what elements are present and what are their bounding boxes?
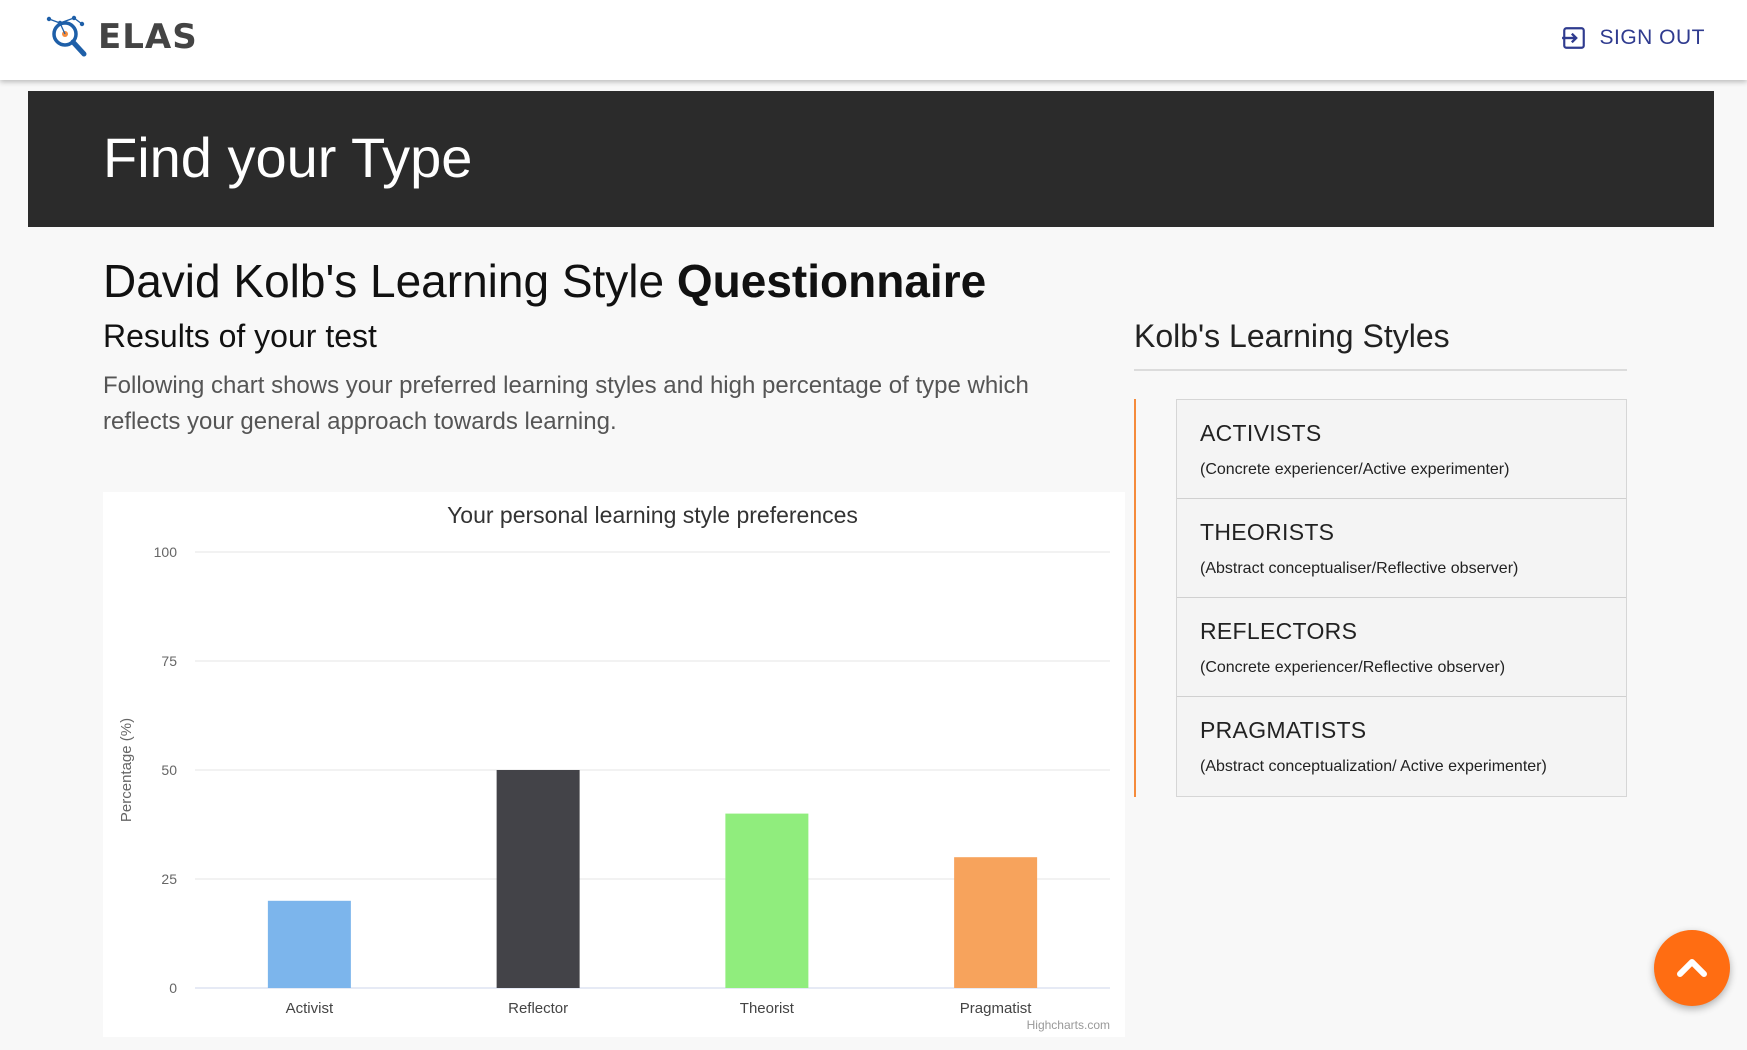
results-subtitle: Results of your test [103, 318, 377, 354]
top-app-bar: ELAS SIGN OUT [0, 0, 1747, 80]
x-tick-label: Reflector [508, 1000, 568, 1017]
x-tick-label: Activist [286, 1000, 334, 1017]
chart-title: Your personal learning style preferences [447, 502, 858, 528]
sidebar-accent-line [1134, 399, 1136, 797]
bar-reflector [496, 770, 580, 988]
bar-theorist [725, 813, 809, 988]
sidebar-divider [1134, 369, 1627, 371]
logo-text: ELAS [98, 17, 198, 57]
y-axis-label: Percentage (%) [118, 718, 135, 822]
learning-styles-list: ACTIVISTS (Concrete experiencer/Active e… [1176, 399, 1627, 797]
y-tick-label: 0 [169, 980, 177, 996]
x-tick-label: Theorist [740, 1000, 795, 1017]
style-desc: (Abstract conceptualization/ Active expe… [1200, 758, 1547, 775]
style-name: PRAGMATISTS [1200, 717, 1367, 743]
banner-title: Find your Type [103, 126, 473, 189]
bar-pragmatist [954, 857, 1038, 988]
style-name: THEORISTS [1200, 519, 1335, 545]
learning-style-chart: Your personal learning style preferences… [103, 492, 1125, 1037]
page-title: David Kolb's Learning Style Questionnair… [103, 254, 986, 308]
exit-icon [1562, 27, 1586, 49]
style-item-pragmatists: PRAGMATISTS (Abstract conceptualization/… [1177, 697, 1626, 796]
chart-credit: Highcharts.com [1027, 1018, 1110, 1032]
style-item-theorists: THEORISTS (Abstract conceptualiser/Refle… [1177, 499, 1626, 598]
sign-out-label: SIGN OUT [1599, 26, 1705, 49]
elas-logo[interactable]: ELAS [44, 14, 198, 60]
style-desc: (Concrete experiencer/Active experimente… [1200, 461, 1510, 478]
style-desc: (Concrete experiencer/Reflective observe… [1200, 659, 1506, 676]
chevron-up-icon [1677, 959, 1707, 977]
sign-out-button[interactable]: SIGN OUT [1561, 22, 1705, 54]
page-banner: Find your Type [28, 91, 1714, 227]
page-title-bold: Questionnaire [676, 255, 987, 307]
y-tick-label: 75 [161, 653, 177, 669]
style-name: REFLECTORS [1200, 618, 1358, 644]
y-tick-label: 25 [161, 871, 177, 887]
scroll-to-top-button[interactable] [1654, 930, 1730, 1006]
y-tick-label: 100 [154, 544, 178, 560]
style-name: ACTIVISTS [1200, 420, 1322, 446]
x-tick-label: Pragmatist [960, 1000, 1033, 1017]
results-description: Following chart shows your preferred lea… [103, 372, 1029, 435]
magnifier-network-icon [46, 15, 87, 57]
chart-svg: Your personal learning style preferences… [118, 502, 1110, 1032]
bar-activist [267, 900, 351, 988]
style-item-reflectors: REFLECTORS (Concrete experiencer/Reflect… [1177, 598, 1626, 697]
style-item-activists: ACTIVISTS (Concrete experiencer/Active e… [1177, 400, 1626, 499]
y-tick-label: 50 [161, 762, 177, 778]
page-title-regular: David Kolb's Learning Style [103, 255, 677, 307]
sidebar-title: Kolb's Learning Styles [1134, 318, 1450, 354]
style-desc: (Abstract conceptualiser/Reflective obse… [1200, 560, 1519, 577]
